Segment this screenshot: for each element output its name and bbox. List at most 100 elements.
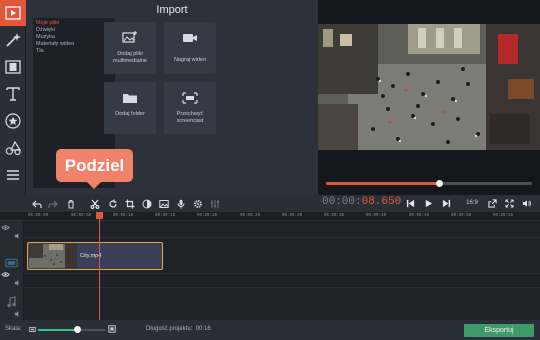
playhead-handle[interactable] <box>96 212 103 219</box>
speaker-icon <box>522 199 531 207</box>
detach-preview-button[interactable] <box>484 195 500 211</box>
crop-icon[interactable] <box>123 197 136 210</box>
timeline-toolbar <box>0 195 540 212</box>
category-item-music[interactable]: Muzyka <box>36 34 55 40</box>
export-button[interactable]: Eksportuj <box>464 324 534 337</box>
project-duration: Długość projektu: 00:16 <box>146 326 211 332</box>
preview-panel <box>318 0 540 195</box>
fullscreen-button[interactable] <box>501 195 517 211</box>
video-track-icon <box>5 258 18 268</box>
gear-icon[interactable] <box>191 197 204 210</box>
add-folder-button[interactable]: Dodaj folder <box>104 82 156 134</box>
seek-handle[interactable] <box>435 180 443 187</box>
record-video-label: Nagraj wideo <box>173 57 207 63</box>
add-media-icon <box>122 31 137 43</box>
play-icon <box>425 199 432 207</box>
ruler-tick: 00:00:15 <box>155 214 176 218</box>
text-icon[interactable] <box>0 81 26 107</box>
equalizer-icon[interactable] <box>208 197 221 210</box>
scale-slider-fill <box>38 329 78 331</box>
timecode-prefix: 00:00: <box>322 196 362 208</box>
ruler-tick: 00:00:40 <box>366 214 387 218</box>
ruler-tick: 00:00:55 <box>493 214 514 218</box>
playhead-line[interactable] <box>99 212 100 320</box>
track-divider <box>24 237 540 238</box>
video-preview[interactable] <box>318 24 540 150</box>
ruler-tick: 00:00:30 <box>282 214 303 218</box>
record-video-button[interactable]: Nagraj wideo <box>164 22 216 74</box>
zoom-out-icon[interactable] <box>29 326 36 333</box>
ruler-tick: 00:00:50 <box>451 214 472 218</box>
capture-screencast-button[interactable]: Przechwyć screencast <box>164 82 216 134</box>
timecode-display: 00:00:08.650 <box>322 196 401 208</box>
add-folder-label: Dodaj folder <box>115 111 145 117</box>
play-button[interactable] <box>420 195 436 211</box>
zoom-in-icon[interactable] <box>108 325 116 333</box>
track-divider <box>24 273 540 274</box>
category-item-sounds[interactable]: Dźwięki <box>36 27 55 33</box>
eye-icon[interactable] <box>1 223 10 232</box>
capture-screencast-label: Przechwyć screencast <box>176 111 204 124</box>
film-import-icon[interactable] <box>0 0 26 26</box>
next-frame-button[interactable] <box>438 195 454 211</box>
screencast-icon <box>182 92 198 104</box>
speaker-icon[interactable] <box>14 310 22 318</box>
undo-icon[interactable] <box>30 197 43 210</box>
ruler-tick: 00:00:25 <box>240 214 261 218</box>
clip-thumbnail <box>29 244 77 268</box>
timeline-tracks[interactable] <box>0 221 540 320</box>
music-note-icon <box>7 296 16 308</box>
track-headers <box>0 221 24 320</box>
scale-label: Skala: <box>5 326 22 332</box>
ruler-tick: 00:00:20 <box>197 214 218 218</box>
delete-icon[interactable] <box>64 197 77 210</box>
left-toolbar <box>0 0 26 195</box>
list-icon[interactable] <box>0 162 26 188</box>
speaker-icon[interactable] <box>14 279 22 287</box>
previous-frame-button[interactable] <box>402 195 418 211</box>
category-item-videos[interactable]: Materiały wideo <box>36 41 74 47</box>
scissors-icon[interactable] <box>88 197 101 210</box>
microphone-icon[interactable] <box>174 197 187 210</box>
seek-progress <box>326 182 440 185</box>
split-tooltip: Podziel <box>56 149 133 182</box>
ruler-tick: 00:00:10 <box>113 214 134 218</box>
category-item-my-files[interactable]: Moje pliki <box>36 20 59 26</box>
aspect-ratio-selector[interactable]: 16:9 <box>462 196 482 210</box>
scale-slider-handle[interactable] <box>73 326 81 333</box>
external-window-icon <box>487 198 497 208</box>
redo-icon[interactable] <box>46 197 59 210</box>
skip-forward-icon <box>442 199 450 207</box>
volume-button[interactable] <box>518 195 534 211</box>
timeline-ruler[interactable]: 00:00:00 00:00:05 00:00:10 00:00:15 00:0… <box>0 212 540 221</box>
project-duration-value: 00:16 <box>195 326 211 332</box>
eye-icon[interactable] <box>1 270 10 279</box>
filmstrip-icon[interactable] <box>0 54 26 80</box>
add-media-files-label: Dodaj pliki multimedialne <box>113 51 147 64</box>
ruler-tick: 00:00:05 <box>71 214 92 218</box>
shapes-icon[interactable] <box>0 135 26 161</box>
scale-slider[interactable] <box>38 326 106 333</box>
timecode-current: 08.650 <box>361 196 402 208</box>
star-icon[interactable] <box>0 108 26 134</box>
speaker-icon[interactable] <box>14 232 22 240</box>
color-adjust-icon[interactable] <box>140 197 153 210</box>
ruler-tick: 00:00:45 <box>409 214 430 218</box>
track-divider <box>24 287 540 288</box>
ruler-tick: 00:00:00 <box>28 214 49 218</box>
seek-bar[interactable] <box>326 180 532 187</box>
add-media-files-button[interactable]: Dodaj pliki multimedialne <box>104 22 156 74</box>
project-duration-label: Długość projektu: <box>146 326 193 332</box>
bottom-bar: Skala: Długość projektu: 00:16 <box>0 320 540 340</box>
category-item-backgrounds[interactable]: Tła <box>36 48 44 54</box>
image-icon[interactable] <box>157 197 170 210</box>
rotate-icon[interactable] <box>106 197 119 210</box>
camera-icon <box>183 34 197 42</box>
ruler-tick: 00:00:35 <box>324 214 345 218</box>
import-title: Import <box>156 4 188 16</box>
video-clip[interactable]: City.mp4 <box>27 242 163 270</box>
folder-icon <box>123 94 137 103</box>
skip-back-icon <box>406 199 414 207</box>
magic-wand-icon[interactable] <box>0 27 26 53</box>
tooltip-arrow <box>87 182 101 189</box>
